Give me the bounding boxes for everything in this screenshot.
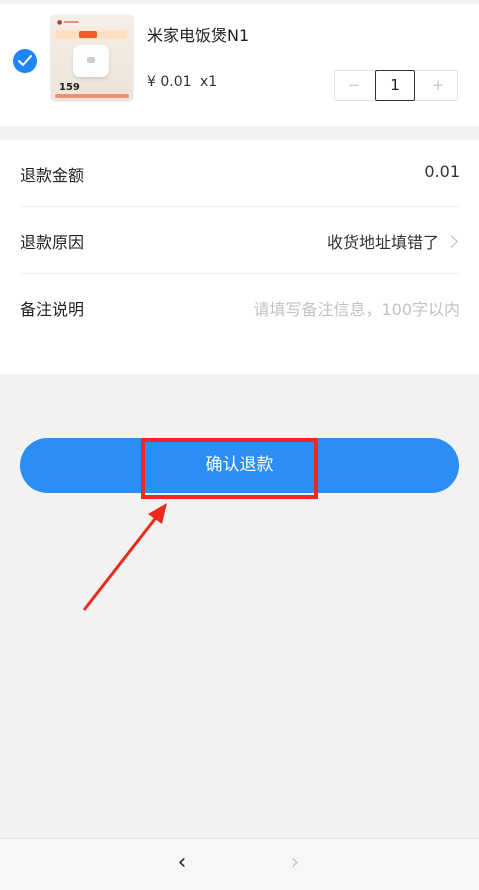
remark-row: 备注说明 请填写备注信息，100字以内: [20, 274, 460, 340]
refund-reason-row[interactable]: 退款原因 收货地址填错了: [20, 207, 460, 274]
quantity-text: x1: [199, 74, 218, 90]
refund-form: 退款金额 0.01 退款原因 收货地址填错了 备注说明 请填写备注信息，100字…: [0, 140, 479, 374]
refund-reason-selector[interactable]: 收货地址填错了: [326, 229, 458, 253]
forward-arrow-icon[interactable]: ›: [283, 851, 307, 875]
thumb-brand-mark: ● ━━━━: [57, 19, 79, 26]
confirm-refund-button[interactable]: 确认退款: [20, 438, 459, 493]
product-name: 米家电饭煲N1: [147, 26, 250, 45]
remark-input[interactable]: 请填写备注信息，100字以内: [253, 296, 460, 320]
bottom-nav-bar: ‹ ›: [0, 838, 479, 890]
unit-price: ¥ 0.01: [147, 74, 192, 90]
check-icon[interactable]: [13, 49, 37, 73]
thumb-price: 159: [59, 82, 80, 93]
quantity-input[interactable]: 1: [375, 70, 415, 101]
back-arrow-icon[interactable]: ‹: [170, 851, 194, 875]
quantity-stepper: − 1 +: [334, 70, 458, 101]
thumb-price-bar: [55, 94, 129, 98]
decrement-button[interactable]: −: [335, 71, 373, 100]
product-price: ¥ 0.01 x1: [147, 74, 217, 90]
refund-amount-label: 退款金额: [20, 166, 85, 185]
refund-amount-row: 退款金额 0.01: [20, 140, 460, 207]
remark-label: 备注说明: [20, 300, 85, 319]
product-thumbnail: ● ━━━━ 159: [50, 14, 134, 102]
chevron-right-icon: [445, 235, 458, 248]
rice-cooker-image: [73, 45, 109, 77]
refund-amount-value: 0.01: [424, 162, 460, 181]
refund-reason-label: 退款原因: [20, 233, 85, 252]
product-item: ● ━━━━ 159 米家电饭煲N1 ¥ 0.01 x1 − 1 +: [0, 4, 479, 126]
thumb-banner: [55, 30, 127, 39]
refund-reason-value: 收货地址填错了: [326, 233, 439, 252]
increment-button[interactable]: +: [419, 71, 457, 100]
